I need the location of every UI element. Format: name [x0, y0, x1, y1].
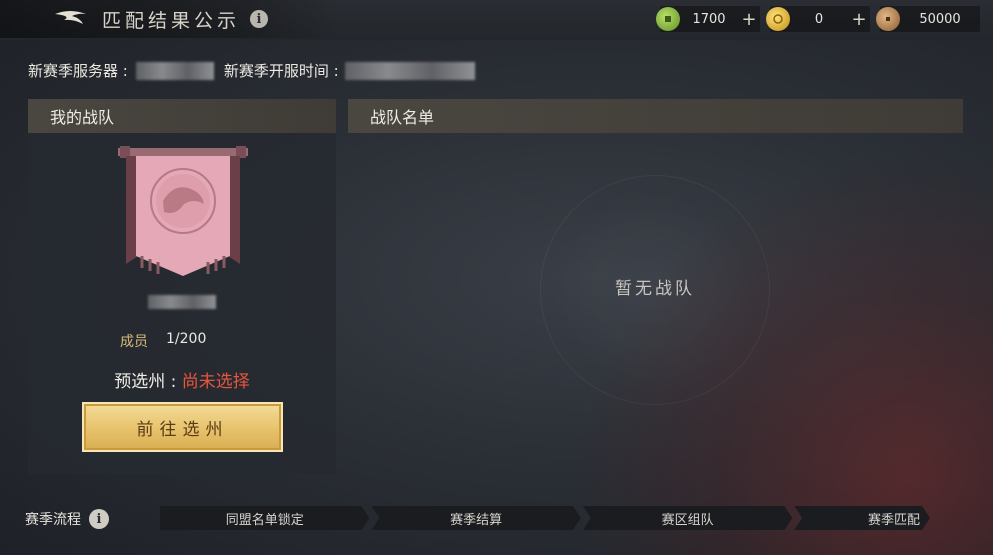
member-count: 1/200 — [166, 331, 207, 347]
currency-jade: 1700 + — [656, 6, 760, 32]
title-area: 匹配结果公示 i — [0, 0, 340, 38]
info-icon[interactable]: i — [250, 10, 269, 28]
copper-coin-icon — [876, 7, 900, 31]
server-name-redacted — [135, 61, 214, 80]
jade-coin-icon — [656, 7, 680, 31]
currency-copper: 50000 — [876, 6, 980, 32]
flow-step-settlement: 赛季结算 — [371, 506, 580, 530]
jade-value: 1700 — [692, 11, 726, 27]
state-row: 预选州 : 尚未选择 — [28, 367, 336, 392]
add-gold-button[interactable]: + — [848, 9, 870, 30]
flow-step-matching: 赛季匹配 — [794, 506, 930, 530]
member-row: 成员 1/200 — [120, 331, 206, 351]
gold-coin-icon — [766, 7, 790, 31]
copper-value: 50000 — [919, 11, 961, 27]
go-select-state-button[interactable]: 前往选州 — [82, 402, 283, 452]
state-label: 预选州 : — [114, 372, 182, 392]
open-time-redacted — [344, 61, 475, 80]
my-team-heading: 我的战队 — [28, 99, 336, 133]
roster-heading: 战队名单 — [348, 99, 963, 133]
back-arrow-icon — [55, 11, 86, 24]
gold-value: 0 — [814, 11, 824, 27]
currency-gold: 0 + — [766, 6, 870, 32]
season-flow-info-icon[interactable]: i — [89, 509, 109, 529]
state-value: 尚未选择 — [181, 372, 250, 392]
team-name-redacted — [148, 295, 216, 309]
flow-step-team-up: 赛区组队 — [583, 506, 792, 530]
top-bar: 匹配结果公示 i 1700 + 0 + 50000 — [0, 0, 993, 40]
server-label: 新赛季服务器 : — [28, 62, 128, 80]
page-title: 匹配结果公示 — [102, 9, 241, 32]
season-flow-bar: 同盟名单锁定 赛季结算 赛区组队 赛季匹配 — [160, 506, 932, 530]
season-flow-label-wrap: 赛季流程 i — [25, 509, 109, 529]
team-banner-icon — [118, 146, 248, 276]
back-button[interactable] — [50, 5, 94, 33]
open-time-label: 新赛季开服时间 : — [223, 62, 339, 80]
my-team-panel: 我的战队 成员 1/200 预选州 : 尚未选择 前往选州 — [28, 99, 336, 474]
roster-empty-text: 暂无战队 — [615, 279, 695, 299]
server-info: 新赛季服务器 : 新赛季开服时间 : — [28, 60, 475, 81]
member-label: 成员 — [120, 334, 148, 350]
add-jade-button[interactable]: + — [738, 9, 760, 30]
season-flow-label: 赛季流程 — [25, 512, 81, 528]
flow-step-alliance-lock: 同盟名单锁定 — [160, 506, 369, 530]
